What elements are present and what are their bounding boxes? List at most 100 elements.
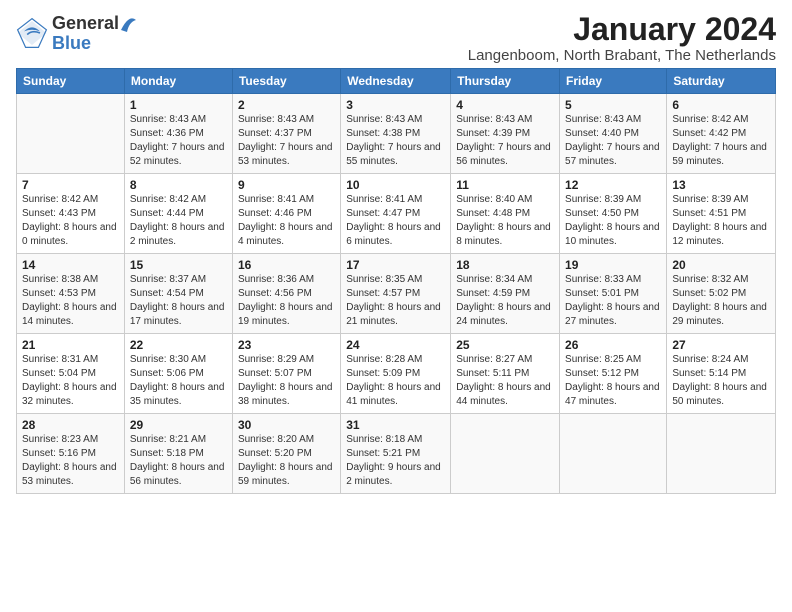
day-cell: 19 Sunrise: 8:33 AM Sunset: 5:01 PM Dayl… bbox=[560, 254, 667, 334]
daylight: Daylight: 8 hours and 24 minutes. bbox=[456, 302, 551, 327]
day-cell bbox=[451, 414, 560, 494]
day-detail: Sunrise: 8:20 AM Sunset: 5:20 PM Dayligh… bbox=[238, 433, 335, 489]
day-cell: 15 Sunrise: 8:37 AM Sunset: 4:54 PM Dayl… bbox=[124, 254, 232, 334]
day-detail: Sunrise: 8:32 AM Sunset: 5:02 PM Dayligh… bbox=[672, 273, 770, 329]
day-number: 3 bbox=[346, 98, 445, 112]
daylight: Daylight: 8 hours and 47 minutes. bbox=[565, 382, 660, 407]
sunrise: Sunrise: 8:41 AM bbox=[346, 194, 422, 205]
day-cell: 28 Sunrise: 8:23 AM Sunset: 5:16 PM Dayl… bbox=[17, 414, 125, 494]
day-number: 23 bbox=[238, 338, 335, 352]
sunset: Sunset: 5:06 PM bbox=[130, 368, 204, 379]
sunset: Sunset: 5:07 PM bbox=[238, 368, 312, 379]
sunset: Sunset: 4:36 PM bbox=[130, 128, 204, 139]
day-number: 14 bbox=[22, 258, 119, 272]
day-detail: Sunrise: 8:43 AM Sunset: 4:36 PM Dayligh… bbox=[130, 113, 227, 169]
month-year: January 2024 bbox=[468, 12, 776, 47]
sunrise: Sunrise: 8:25 AM bbox=[565, 354, 641, 365]
sunset: Sunset: 5:01 PM bbox=[565, 288, 639, 299]
day-number: 21 bbox=[22, 338, 119, 352]
sunset: Sunset: 4:54 PM bbox=[130, 288, 204, 299]
daylight: Daylight: 8 hours and 27 minutes. bbox=[565, 302, 660, 327]
week-row-2: 14 Sunrise: 8:38 AM Sunset: 4:53 PM Dayl… bbox=[17, 254, 776, 334]
daylight: Daylight: 7 hours and 59 minutes. bbox=[672, 142, 767, 167]
sunrise: Sunrise: 8:43 AM bbox=[238, 114, 314, 125]
sunset: Sunset: 4:40 PM bbox=[565, 128, 639, 139]
day-detail: Sunrise: 8:42 AM Sunset: 4:44 PM Dayligh… bbox=[130, 193, 227, 249]
day-number: 27 bbox=[672, 338, 770, 352]
daylight: Daylight: 7 hours and 57 minutes. bbox=[565, 142, 660, 167]
day-number: 18 bbox=[456, 258, 554, 272]
day-cell: 20 Sunrise: 8:32 AM Sunset: 5:02 PM Dayl… bbox=[667, 254, 776, 334]
sunset: Sunset: 5:09 PM bbox=[346, 368, 420, 379]
sunrise: Sunrise: 8:43 AM bbox=[130, 114, 206, 125]
daylight: Daylight: 8 hours and 12 minutes. bbox=[672, 222, 767, 247]
daylight: Daylight: 8 hours and 59 minutes. bbox=[238, 462, 333, 487]
sunrise: Sunrise: 8:33 AM bbox=[565, 274, 641, 285]
day-detail: Sunrise: 8:42 AM Sunset: 4:43 PM Dayligh… bbox=[22, 193, 119, 249]
sunset: Sunset: 5:12 PM bbox=[565, 368, 639, 379]
day-detail: Sunrise: 8:29 AM Sunset: 5:07 PM Dayligh… bbox=[238, 353, 335, 409]
day-cell: 5 Sunrise: 8:43 AM Sunset: 4:40 PM Dayli… bbox=[560, 94, 667, 174]
day-cell: 11 Sunrise: 8:40 AM Sunset: 4:48 PM Dayl… bbox=[451, 174, 560, 254]
day-cell: 18 Sunrise: 8:34 AM Sunset: 4:59 PM Dayl… bbox=[451, 254, 560, 334]
day-detail: Sunrise: 8:31 AM Sunset: 5:04 PM Dayligh… bbox=[22, 353, 119, 409]
sunset: Sunset: 4:46 PM bbox=[238, 208, 312, 219]
sunrise: Sunrise: 8:35 AM bbox=[346, 274, 422, 285]
page: General Blue January 2024 Langenboom, No… bbox=[0, 0, 792, 502]
day-number: 2 bbox=[238, 98, 335, 112]
day-cell: 16 Sunrise: 8:36 AM Sunset: 4:56 PM Dayl… bbox=[232, 254, 340, 334]
day-cell: 31 Sunrise: 8:18 AM Sunset: 5:21 PM Dayl… bbox=[341, 414, 451, 494]
daylight: Daylight: 8 hours and 6 minutes. bbox=[346, 222, 441, 247]
sunrise: Sunrise: 8:40 AM bbox=[456, 194, 532, 205]
logo-general: General bbox=[52, 14, 119, 32]
sunrise: Sunrise: 8:24 AM bbox=[672, 354, 748, 365]
week-row-3: 21 Sunrise: 8:31 AM Sunset: 5:04 PM Dayl… bbox=[17, 334, 776, 414]
day-detail: Sunrise: 8:25 AM Sunset: 5:12 PM Dayligh… bbox=[565, 353, 661, 409]
sunrise: Sunrise: 8:27 AM bbox=[456, 354, 532, 365]
logo-wing-icon bbox=[119, 12, 137, 34]
daylight: Daylight: 7 hours and 56 minutes. bbox=[456, 142, 551, 167]
logo: General Blue bbox=[16, 12, 137, 54]
sunset: Sunset: 4:48 PM bbox=[456, 208, 530, 219]
day-cell bbox=[17, 94, 125, 174]
day-number: 22 bbox=[130, 338, 227, 352]
sunrise: Sunrise: 8:28 AM bbox=[346, 354, 422, 365]
day-cell: 30 Sunrise: 8:20 AM Sunset: 5:20 PM Dayl… bbox=[232, 414, 340, 494]
day-detail: Sunrise: 8:21 AM Sunset: 5:18 PM Dayligh… bbox=[130, 433, 227, 489]
sunset: Sunset: 5:11 PM bbox=[456, 368, 529, 379]
daylight: Daylight: 7 hours and 55 minutes. bbox=[346, 142, 441, 167]
sunrise: Sunrise: 8:43 AM bbox=[346, 114, 422, 125]
day-cell: 21 Sunrise: 8:31 AM Sunset: 5:04 PM Dayl… bbox=[17, 334, 125, 414]
sunset: Sunset: 4:53 PM bbox=[22, 288, 96, 299]
weekday-header-tuesday: Tuesday bbox=[232, 69, 340, 94]
day-number: 30 bbox=[238, 418, 335, 432]
daylight: Daylight: 8 hours and 38 minutes. bbox=[238, 382, 333, 407]
calendar-body: 1 Sunrise: 8:43 AM Sunset: 4:36 PM Dayli… bbox=[17, 94, 776, 494]
sunset: Sunset: 4:59 PM bbox=[456, 288, 530, 299]
daylight: Daylight: 8 hours and 10 minutes. bbox=[565, 222, 660, 247]
day-cell: 23 Sunrise: 8:29 AM Sunset: 5:07 PM Dayl… bbox=[232, 334, 340, 414]
day-detail: Sunrise: 8:43 AM Sunset: 4:40 PM Dayligh… bbox=[565, 113, 661, 169]
day-cell: 8 Sunrise: 8:42 AM Sunset: 4:44 PM Dayli… bbox=[124, 174, 232, 254]
day-detail: Sunrise: 8:33 AM Sunset: 5:01 PM Dayligh… bbox=[565, 273, 661, 329]
calendar-header: SundayMondayTuesdayWednesdayThursdayFrid… bbox=[17, 69, 776, 94]
daylight: Daylight: 7 hours and 53 minutes. bbox=[238, 142, 333, 167]
day-detail: Sunrise: 8:35 AM Sunset: 4:57 PM Dayligh… bbox=[346, 273, 445, 329]
day-number: 1 bbox=[130, 98, 227, 112]
daylight: Daylight: 8 hours and 32 minutes. bbox=[22, 382, 117, 407]
sunset: Sunset: 5:04 PM bbox=[22, 368, 96, 379]
daylight: Daylight: 8 hours and 14 minutes. bbox=[22, 302, 117, 327]
day-number: 16 bbox=[238, 258, 335, 272]
day-detail: Sunrise: 8:43 AM Sunset: 4:37 PM Dayligh… bbox=[238, 113, 335, 169]
sunset: Sunset: 5:02 PM bbox=[672, 288, 746, 299]
day-number: 4 bbox=[456, 98, 554, 112]
title-block: January 2024 Langenboom, North Brabant, … bbox=[468, 12, 776, 64]
daylight: Daylight: 8 hours and 53 minutes. bbox=[22, 462, 117, 487]
sunset: Sunset: 4:44 PM bbox=[130, 208, 204, 219]
day-number: 6 bbox=[672, 98, 770, 112]
day-cell: 4 Sunrise: 8:43 AM Sunset: 4:39 PM Dayli… bbox=[451, 94, 560, 174]
daylight: Daylight: 9 hours and 2 minutes. bbox=[346, 462, 441, 487]
weekday-header-friday: Friday bbox=[560, 69, 667, 94]
weekday-header-monday: Monday bbox=[124, 69, 232, 94]
day-detail: Sunrise: 8:40 AM Sunset: 4:48 PM Dayligh… bbox=[456, 193, 554, 249]
